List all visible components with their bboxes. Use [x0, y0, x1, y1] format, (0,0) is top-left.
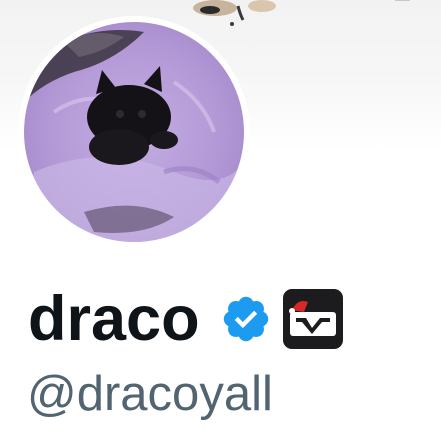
profile-handle: @dracoyall [27, 367, 273, 421]
avatar-image [24, 22, 244, 242]
profile-header: draco @dracoyall [0, 0, 441, 437]
verified-check-icon[interactable] [220, 293, 272, 345]
display-name: draco [28, 283, 200, 354]
name-row: draco [28, 284, 344, 354]
affiliate-badge-icon[interactable] [282, 288, 344, 350]
profile-avatar[interactable] [18, 16, 250, 248]
